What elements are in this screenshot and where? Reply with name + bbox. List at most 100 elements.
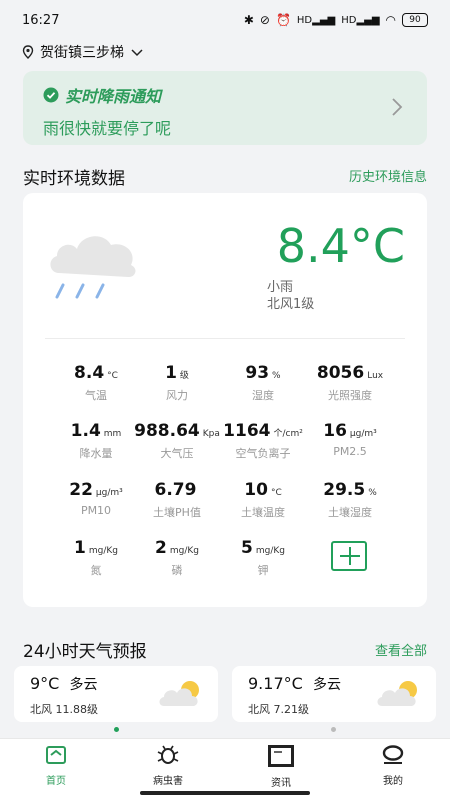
metric-label: 土壤PH值 bbox=[153, 506, 201, 519]
metric-label: PM10 bbox=[80, 504, 112, 517]
metric-number: 1164 bbox=[223, 421, 271, 441]
tab-label: 病虫害 bbox=[153, 776, 183, 787]
metric-label: 湿度 bbox=[252, 389, 274, 402]
metric-unit: mg/Kg bbox=[169, 546, 199, 556]
metric-unit: 个/cm² bbox=[273, 429, 303, 439]
tab-label: 我的 bbox=[383, 776, 403, 787]
tab-pests[interactable]: 病虫害 bbox=[133, 745, 203, 787]
add-metric-button[interactable] bbox=[331, 541, 367, 571]
metric-unit: μg/m³ bbox=[95, 488, 123, 498]
metric-value: 6.79 bbox=[132, 480, 222, 500]
metric-unit: % bbox=[368, 488, 377, 498]
metric-item: 2 mg/Kg 磷 bbox=[132, 538, 222, 578]
home-indicator bbox=[140, 791, 310, 795]
notice-title: 实时降雨通知 bbox=[65, 87, 162, 106]
metric-number: 8056 bbox=[316, 363, 365, 383]
metric-value: 1级 bbox=[132, 363, 222, 383]
current-temperature: 8.4°C bbox=[276, 219, 405, 273]
metric-item: 93% 湿度 bbox=[218, 363, 308, 403]
mute-icon: ⊘ bbox=[259, 13, 270, 27]
metric-value: 1164 个/cm² bbox=[218, 421, 308, 441]
metric-unit: mg/Kg bbox=[88, 546, 118, 556]
forecast-wind: 北风 7.21级 bbox=[248, 703, 309, 716]
metric-value: 5 mg/Kg bbox=[218, 538, 308, 558]
forecast-wind: 北风 11.88级 bbox=[30, 703, 98, 716]
metric-item: 1 级风力 bbox=[132, 363, 222, 403]
location-pin-icon bbox=[22, 45, 34, 59]
check-circle-icon bbox=[43, 87, 59, 103]
forecast-condition: 多云 bbox=[69, 677, 98, 693]
metric-unit: °C bbox=[270, 488, 282, 498]
metric-value: 10 °C bbox=[218, 480, 308, 500]
metric-unit: μg/m³ bbox=[349, 429, 377, 439]
tab-profile[interactable]: 我的 bbox=[358, 745, 428, 787]
network-label-2: HD bbox=[341, 14, 357, 26]
metric-unit: 级 bbox=[179, 371, 189, 381]
bluetooth-icon: ✱ bbox=[243, 13, 254, 27]
forecast-temp: 9.17°C 多云 bbox=[248, 674, 341, 694]
metric-number: 988.64 bbox=[134, 421, 200, 441]
metric-value: 1.4 mm bbox=[51, 421, 141, 441]
status-time: 16:27 bbox=[22, 12, 60, 28]
metric-number: 2 bbox=[155, 538, 167, 558]
metric-item: 5 mg/Kg 钾 bbox=[218, 538, 308, 578]
signal-icon: HD▂▄▆ bbox=[296, 14, 336, 26]
view-all-link[interactable]: 查看全部 bbox=[375, 640, 427, 659]
metric-number: 5 bbox=[241, 538, 253, 558]
forecast-temp-value: 9°C bbox=[30, 674, 60, 693]
home-icon bbox=[46, 746, 66, 764]
forecast-section-title: 24小时天气预报 bbox=[23, 642, 147, 662]
tab-news[interactable]: 资讯 bbox=[246, 745, 316, 789]
status-icons: ✱ ⊘ ⏰ HD▂▄▆ HD▂▄▆ ◠ 90 bbox=[244, 13, 428, 27]
forecast-card[interactable]: 9.17°C 多云 北风 7.21级 bbox=[232, 666, 436, 722]
location-name: 贺街镇三步梯 bbox=[40, 45, 124, 61]
bug-icon bbox=[157, 745, 179, 764]
metric-label: 空气负离子 bbox=[235, 447, 291, 460]
partly-cloudy-icon bbox=[377, 681, 417, 706]
metric-unit: °C bbox=[107, 371, 118, 381]
forecast-card[interactable]: 9°C 多云 北风 11.88级 bbox=[14, 666, 218, 722]
metric-unit: % bbox=[272, 371, 281, 381]
chevron-right-icon[interactable] bbox=[391, 97, 403, 117]
notice-header: 实时降雨通知 bbox=[43, 83, 407, 107]
metric-unit: mm bbox=[103, 429, 122, 439]
metric-value: 29.5% bbox=[305, 480, 395, 500]
forecast-condition: 多云 bbox=[312, 677, 341, 693]
metric-label: 磷 bbox=[171, 564, 183, 577]
metric-number: 10 bbox=[244, 480, 268, 500]
metric-value: 22 μg/m³ bbox=[51, 480, 141, 500]
metric-number: 1.4 bbox=[70, 421, 101, 441]
metric-label: 氮 bbox=[90, 564, 102, 577]
metric-unit: Lux bbox=[367, 371, 384, 381]
light-rain-icon bbox=[50, 236, 136, 299]
weather-description: 小雨 北风1级 bbox=[267, 279, 314, 313]
carousel-dot bbox=[331, 727, 336, 732]
location-selector[interactable]: 贺街镇三步梯 bbox=[22, 40, 144, 64]
forecast-temp: 9°C 多云 bbox=[30, 674, 98, 694]
metric-value: 93% bbox=[218, 363, 308, 383]
history-env-link[interactable]: 历史环境信息 bbox=[349, 166, 427, 185]
metric-item: 22 μg/m³ PM10 bbox=[51, 480, 141, 517]
metric-label: 降水量 bbox=[79, 447, 113, 460]
env-section-title: 实时环境数据 bbox=[23, 169, 125, 189]
metric-value: 8056 Lux bbox=[305, 363, 395, 383]
metric-number: 29.5 bbox=[323, 480, 366, 500]
metric-unit: mg/Kg bbox=[255, 546, 285, 556]
battery-level: 90 bbox=[409, 15, 421, 25]
metric-label: 土壤温度 bbox=[241, 506, 285, 519]
tab-home[interactable]: 首页 bbox=[21, 745, 91, 787]
metric-item: 10 °C 土壤温度 bbox=[218, 480, 308, 520]
metric-value: 16 μg/m³ bbox=[305, 421, 395, 441]
battery-icon: 90 bbox=[402, 13, 428, 27]
weather-wind: 北风1级 bbox=[267, 297, 315, 312]
carousel-dot-active bbox=[114, 727, 119, 732]
partly-cloudy-icon bbox=[159, 681, 199, 706]
metric-item: 1 mg/Kg 氮 bbox=[51, 538, 141, 578]
rain-notice-banner[interactable]: 实时降雨通知 雨很快就要停了呢 bbox=[23, 71, 427, 145]
metric-item: 8.4 °C 气温 bbox=[51, 363, 141, 403]
environment-card: 8.4°C 小雨 北风1级 8.4 °C 气温 1 级风力 93% 湿度 8056 Lux 光照强… bbox=[23, 193, 427, 607]
tab-label: 资讯 bbox=[271, 778, 291, 789]
metric-number: 1 bbox=[165, 363, 177, 383]
metric-label: 钾 bbox=[257, 564, 269, 577]
wifi-icon: ◠ bbox=[385, 13, 396, 27]
